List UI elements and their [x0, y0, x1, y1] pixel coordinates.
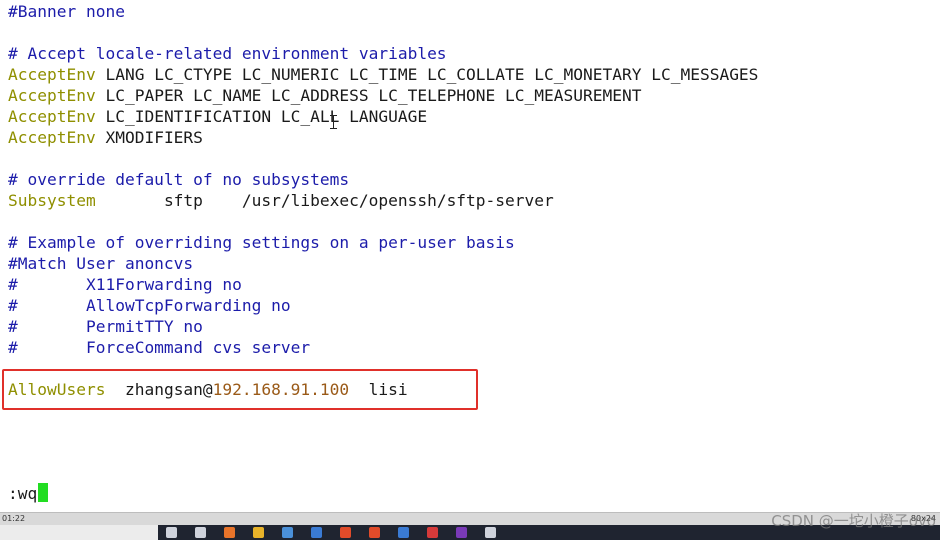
editor-line: # Accept locale-related environment vari…: [8, 43, 447, 64]
editor-line: # Example of overriding settings on a pe…: [8, 232, 515, 253]
editor-line: #Match User anoncvs: [8, 253, 193, 274]
editor-token: # override default of no subsystems: [8, 170, 350, 189]
editor-token: XMODIFIERS: [95, 128, 203, 147]
editor-line: #Banner none: [8, 1, 125, 22]
record-icon[interactable]: [340, 527, 351, 538]
editor-token: Subsystem: [8, 191, 96, 210]
editor-token: LC_PAPER LC_NAME LC_ADDRESS LC_TELEPHONE…: [95, 86, 642, 105]
folder-icon[interactable]: [253, 527, 264, 538]
editor-token: # PermitTTY no: [8, 317, 203, 336]
app-icon-orange[interactable]: [224, 527, 235, 538]
editor-token: # ForceCommand cvs server: [8, 338, 311, 357]
watermark: CSDN @一坨小橙子ovo: [771, 512, 936, 530]
editor-line: AcceptEnv LC_IDENTIFICATION LC_ALL LANGU…: [8, 106, 427, 127]
editor-token: AcceptEnv: [8, 128, 96, 147]
command-line[interactable]: :wq: [8, 483, 49, 505]
chrome-icon[interactable]: [369, 527, 380, 538]
terminal-editor[interactable]: #Banner none # Accept locale-related envi…: [0, 0, 940, 512]
task-view-icon[interactable]: [195, 527, 206, 538]
wps-icon[interactable]: [427, 527, 438, 538]
editor-line: AcceptEnv LANG LC_CTYPE LC_NUMERIC LC_TI…: [8, 64, 758, 85]
editor-line: Subsystem sftp /usr/libexec/openssh/sftp…: [8, 190, 554, 211]
editor-token: AcceptEnv: [8, 107, 96, 126]
highlight-box: [2, 369, 478, 410]
editor-token: # X11Forwarding no: [8, 275, 242, 294]
editor-token: LANG LC_CTYPE LC_NUMERIC LC_TIME LC_COLL…: [95, 65, 759, 84]
typora-icon[interactable]: [485, 527, 496, 538]
editor-token: AcceptEnv: [8, 65, 96, 84]
editor-token: sftp /usr/libexec/openssh/sftp-server: [95, 191, 554, 210]
editor-token: #Match User anoncvs: [8, 254, 194, 273]
block-cursor-icon: [38, 483, 49, 502]
editor-token: LC_IDENTIFICATION LC_ALL LANGUAGE: [95, 107, 428, 126]
editor-token: # Example of overriding settings on a pe…: [8, 233, 515, 252]
text-cursor-icon: [330, 115, 342, 129]
command-text: :wq: [8, 484, 38, 503]
window-icon[interactable]: [311, 527, 322, 538]
editor-token: #Banner none: [8, 2, 125, 21]
store-icon[interactable]: [398, 527, 409, 538]
editor-line: # ForceCommand cvs server: [8, 337, 310, 358]
editor-line: # X11Forwarding no: [8, 274, 242, 295]
search-icon[interactable]: [166, 527, 177, 538]
editor-token: # Accept locale-related environment vari…: [8, 44, 447, 63]
editor-line: # AllowTcpForwarding no: [8, 295, 291, 316]
status-time: 01:22: [2, 514, 26, 523]
editor-line: AcceptEnv XMODIFIERS: [8, 127, 203, 148]
onenote-icon[interactable]: [456, 527, 467, 538]
editor-line: # override default of no subsystems: [8, 169, 349, 190]
editor-line: AcceptEnv LC_PAPER LC_NAME LC_ADDRESS LC…: [8, 85, 641, 106]
editor-token: # AllowTcpForwarding no: [8, 296, 291, 315]
editor-line: # PermitTTY no: [8, 316, 203, 337]
editor-token: AcceptEnv: [8, 86, 96, 105]
files-icon[interactable]: [282, 527, 293, 538]
